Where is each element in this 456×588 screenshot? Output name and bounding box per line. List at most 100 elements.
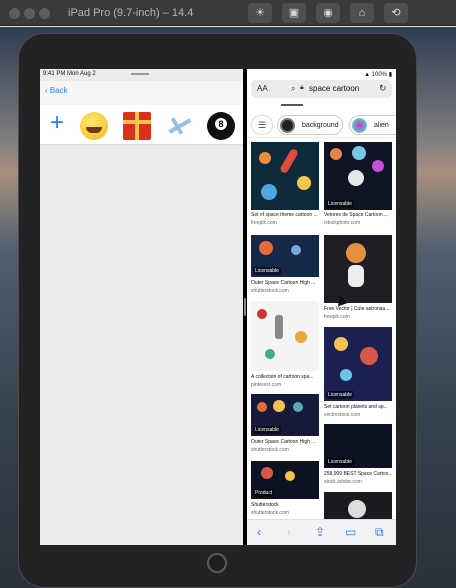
multitask-grabber[interactable]: [131, 73, 149, 75]
planet-mark: [346, 243, 366, 263]
planet-mark: [340, 369, 352, 381]
divider-handle[interactable]: [244, 298, 246, 316]
planet-mark: [291, 245, 301, 255]
window-title: iPad Pro (9.7-inch) – 14.4: [68, 7, 194, 19]
filter-icon[interactable]: ☰: [251, 115, 273, 135]
smile-emoji-icon[interactable]: [80, 112, 108, 140]
planet-mark: [293, 402, 303, 412]
chip-thumbnail: [280, 118, 295, 133]
bookmarks-icon[interactable]: ▭: [345, 525, 356, 539]
home-icon[interactable]: ⌂: [350, 3, 374, 23]
result-image[interactable]: Product: [251, 461, 319, 499]
filter-chips: ☰ background alien: [247, 112, 396, 138]
result-image[interactable]: Licensable: [324, 142, 392, 210]
home-button[interactable]: [207, 553, 227, 573]
planet-mark: [261, 184, 277, 200]
result-caption[interactable]: Outer Space Cartoon High ...: [251, 439, 321, 446]
planet-mark: [334, 337, 348, 351]
zoom-window-button[interactable]: [39, 8, 50, 19]
result-source: shutterstock.com: [251, 447, 289, 453]
planet-mark: [297, 176, 311, 190]
planet-mark: [259, 152, 271, 164]
rocket-mark: [275, 315, 283, 339]
reload-icon[interactable]: ↻: [379, 83, 387, 94]
emoji-row: +: [40, 105, 243, 145]
share-icon[interactable]: ⇪: [315, 525, 325, 539]
planet-mark: [330, 148, 342, 160]
search-icon: ⌕: [291, 84, 296, 93]
address-bar[interactable]: AA ⌕ 🔒︎ space cartoon ↻: [251, 80, 392, 98]
rocket-mark: [279, 147, 299, 175]
lock-icon: 🔒︎: [300, 84, 304, 91]
licensable-badge: Licensable: [326, 458, 354, 466]
result-caption[interactable]: Outer Space Cartoon High ...: [251, 280, 321, 287]
result-source: istockphoto.com: [324, 220, 361, 226]
result-source: freepik.com: [324, 314, 350, 320]
battery-percent: 100%: [371, 72, 388, 78]
result-caption[interactable]: Shutterstock: [251, 502, 321, 509]
astronaut-mark: [348, 170, 364, 186]
result-caption[interactable]: Set of space theme cartoon ...: [251, 212, 321, 219]
search-query[interactable]: space cartoon: [309, 84, 359, 93]
back-button[interactable]: ‹ Back: [45, 86, 68, 95]
result-image[interactable]: Licensable: [251, 394, 319, 436]
close-window-button[interactable]: [9, 8, 20, 19]
camera-icon[interactable]: ◉: [316, 3, 340, 23]
result-caption[interactable]: 258,909 BEST Space Cartoo...: [324, 471, 394, 478]
minimize-window-button[interactable]: [24, 8, 35, 19]
tab-indicator: [281, 104, 303, 106]
result-source: vectorstock.com: [324, 412, 361, 418]
result-source: shutterstock.com: [251, 510, 289, 516]
chip-alien[interactable]: alien: [349, 115, 396, 135]
screenshot-frame-icon[interactable]: ▣: [282, 3, 306, 23]
result-image[interactable]: Licensable: [251, 235, 319, 277]
result-image[interactable]: Licensable: [324, 327, 392, 401]
result-image[interactable]: [251, 301, 319, 371]
result-caption[interactable]: Set cartoon planets and sp...: [324, 404, 394, 411]
brightness-icon[interactable]: ☀: [248, 3, 272, 23]
status-time: 9:41 PM Mon Aug 2: [43, 71, 96, 77]
result-source: stock.adobe.com: [324, 479, 362, 485]
planet-mark: [261, 467, 273, 479]
left-app: 9:41 PM Mon Aug 2 ‹ Back +: [40, 69, 243, 545]
chip-background[interactable]: background: [277, 115, 343, 135]
rotate-icon[interactable]: ⟲: [384, 3, 408, 23]
back-label: Back: [49, 86, 68, 95]
nav-bar: ‹ Back: [40, 81, 243, 105]
safari-toolbar: ‹ › ⇪ ▭ ⧉: [247, 519, 396, 545]
result-image[interactable]: Licensable: [324, 424, 392, 468]
result-source: pinterest.com: [251, 382, 282, 388]
result-caption[interactable]: Vetores de Space Cartoon ...: [324, 212, 394, 219]
chip-thumbnail: [352, 118, 367, 133]
gift-emoji-icon[interactable]: [123, 112, 151, 140]
licensable-badge: Licensable: [326, 200, 354, 208]
result-caption[interactable]: Free Vector | Cute astronau...: [324, 306, 394, 313]
back-arrow-icon[interactable]: ‹: [257, 525, 261, 539]
planet-mark: [257, 309, 267, 319]
result-caption[interactable]: A collection of cartoon spa...: [251, 374, 321, 381]
result-source: freepik.com: [251, 220, 277, 226]
result-source: shutterstock.com: [251, 288, 289, 294]
eight-ball-emoji-icon[interactable]: [207, 112, 235, 140]
forward-arrow-icon[interactable]: ›: [287, 525, 291, 539]
chip-label: background: [302, 122, 339, 129]
result-image[interactable]: [324, 235, 392, 303]
tabs-icon[interactable]: ⧉: [375, 525, 384, 540]
planet-mark: [352, 146, 366, 160]
planet-mark: [360, 347, 378, 365]
astronaut-mark: [348, 500, 366, 518]
planet-mark: [372, 160, 384, 172]
planet-mark: [257, 402, 267, 412]
airplane-emoji-icon[interactable]: [166, 112, 194, 140]
product-badge: Product: [253, 489, 275, 497]
planet-mark: [285, 471, 295, 481]
plus-icon[interactable]: +: [50, 109, 64, 137]
result-image[interactable]: [324, 492, 392, 522]
text-size-button[interactable]: AA: [257, 84, 268, 93]
battery-status: ▲ 100% ▮: [364, 72, 392, 78]
licensable-badge: Licensable: [253, 426, 281, 434]
result-image[interactable]: [251, 142, 319, 210]
astronaut-mark: [348, 265, 364, 287]
safari-app: ▲ 100% ▮ AA ⌕ 🔒︎ space cartoon ↻ ☰ backg…: [247, 69, 396, 545]
planet-mark: [273, 400, 285, 412]
